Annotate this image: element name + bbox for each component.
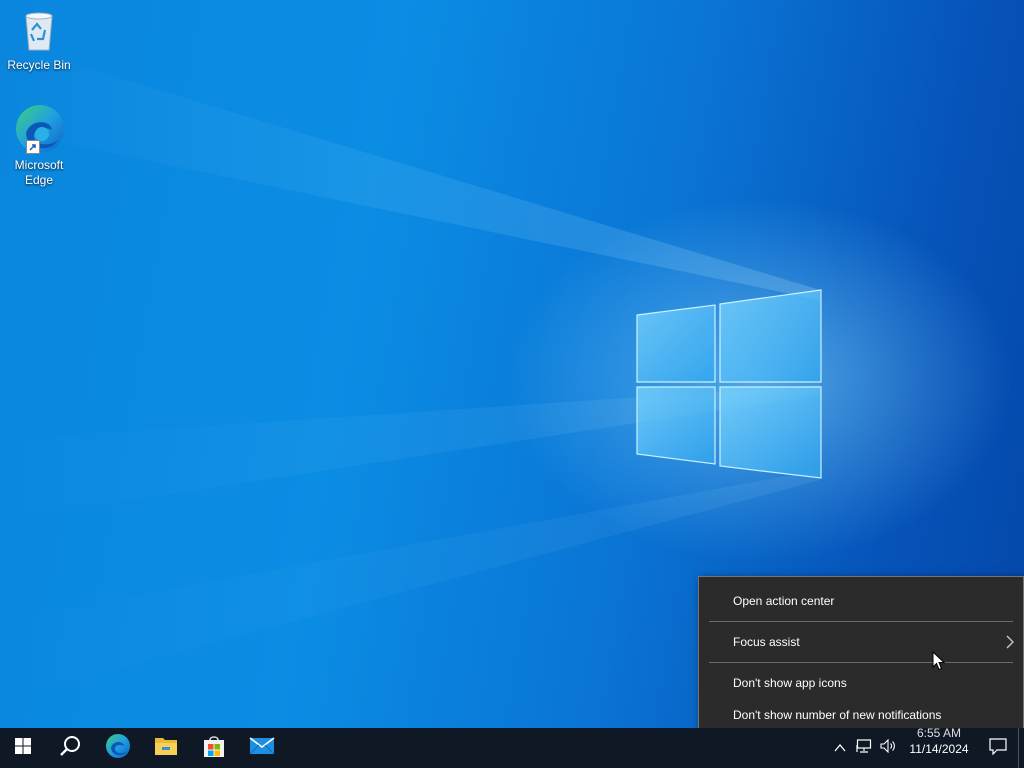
- clock-button[interactable]: 6:55 AM 11/14/2024: [900, 726, 978, 768]
- menu-item-label: Don't show app icons: [733, 676, 847, 690]
- taskbar-edge-button[interactable]: [94, 728, 142, 768]
- mouse-cursor-icon: [932, 650, 946, 676]
- menu-item-label: Don't show number of new notifications: [733, 708, 942, 722]
- windows-logo-wallpaper: [636, 289, 822, 479]
- taskbar-store-button[interactable]: [190, 728, 238, 768]
- taskbar-mail-button[interactable]: [238, 728, 286, 768]
- system-tray: 6:55 AM 11/14/2024: [828, 726, 1024, 768]
- show-desktop-button[interactable]: [1018, 728, 1024, 768]
- menu-item-focus-assist[interactable]: Focus assist: [699, 628, 1023, 656]
- chevron-right-icon: [1005, 635, 1015, 652]
- desktop-icon-recycle-bin[interactable]: Recycle Bin: [1, 8, 77, 73]
- clock-date: 11/14/2024: [909, 742, 969, 756]
- volume-button[interactable]: [876, 728, 900, 768]
- microsoft-store-icon: [202, 734, 226, 763]
- menu-item-open-action-center[interactable]: Open action center: [699, 587, 1023, 615]
- desktop[interactable]: Recycle Bin Microsoft Edge Open action c…: [0, 0, 1024, 768]
- search-button[interactable]: [46, 728, 94, 768]
- edge-icon: [14, 104, 64, 156]
- file-explorer-icon: [154, 735, 178, 762]
- mail-icon: [249, 736, 275, 761]
- desktop-icon-microsoft-edge[interactable]: Microsoft Edge: [1, 104, 77, 188]
- menu-item-dont-show-app-icons[interactable]: Don't show app icons: [699, 669, 1023, 697]
- desktop-icon-label: Recycle Bin: [7, 58, 71, 72]
- menu-item-label: Open action center: [733, 594, 835, 608]
- volume-icon: [880, 738, 896, 758]
- network-button[interactable]: [852, 728, 876, 768]
- taskbar: 6:55 AM 11/14/2024: [0, 726, 1024, 768]
- taskbar-file-explorer-button[interactable]: [142, 728, 190, 768]
- action-center-icon: [989, 737, 1007, 760]
- menu-item-dont-show-notification-count[interactable]: Don't show number of new notifications: [699, 701, 1023, 729]
- menu-item-label: Focus assist: [733, 635, 800, 649]
- start-button[interactable]: [0, 728, 46, 768]
- desktop-icon-label: Microsoft Edge: [14, 158, 64, 187]
- clock-time: 6:55 AM: [916, 726, 962, 740]
- edge-icon: [105, 733, 131, 764]
- start-windows-icon: [15, 737, 31, 759]
- taskbar-context-menu: Open action center Focus assist Don't sh…: [698, 576, 1024, 740]
- network-icon: [856, 738, 872, 758]
- shortcut-arrow-icon: [26, 140, 40, 154]
- menu-separator: [709, 621, 1013, 622]
- search-icon: [59, 735, 81, 762]
- chevron-up-icon: [834, 739, 846, 757]
- show-hidden-icons-button[interactable]: [828, 728, 852, 768]
- recycle-bin-icon: [18, 8, 60, 56]
- menu-separator: [709, 662, 1013, 663]
- action-center-button[interactable]: [978, 728, 1018, 768]
